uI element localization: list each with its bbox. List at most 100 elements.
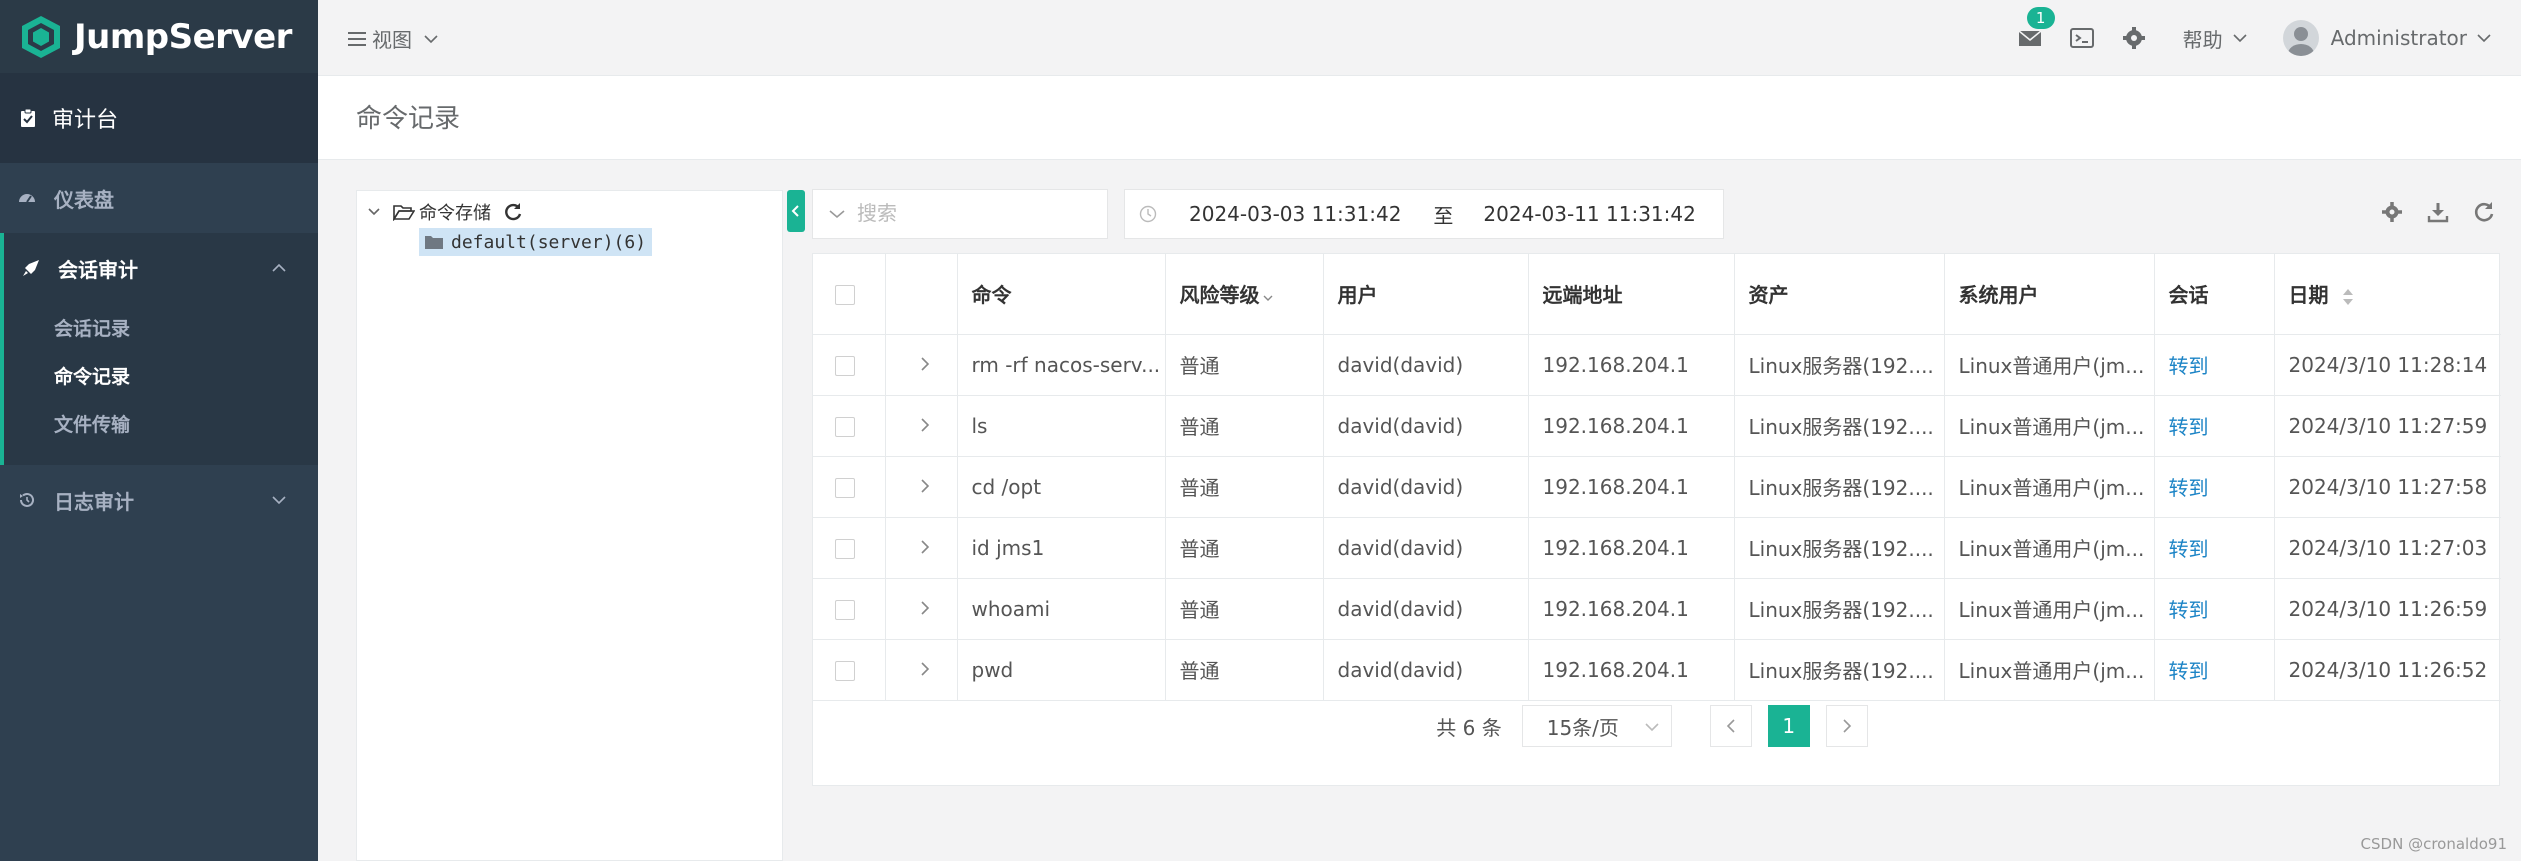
table-row[interactable]: whoami 普通 david(david) 192.168.204.1 Linux服务… xyxy=(813,578,2501,640)
sidebar-item-log-audit[interactable]: 日志审计 xyxy=(0,465,318,535)
column-header-session[interactable]: 会话 xyxy=(2154,254,2275,335)
tree-node-default-storage[interactable]: default(server)(6) xyxy=(419,228,653,256)
sidebar-item-session-audit[interactable]: 会话审计 xyxy=(0,233,318,303)
pagination-total: 共 6 条 xyxy=(1436,715,1502,740)
page-size-select[interactable]: 15条/页 xyxy=(1521,705,1672,747)
refresh-icon[interactable] xyxy=(503,202,523,222)
user-menu[interactable]: Administrator xyxy=(2282,20,2491,56)
web-terminal-button[interactable] xyxy=(2069,25,2095,51)
chevron-right-icon[interactable] xyxy=(920,478,930,494)
column-header-date[interactable]: 日期 xyxy=(2274,254,2501,335)
sort-icon[interactable] xyxy=(2341,286,2355,308)
sidebar-top-item-audit[interactable]: 审计台 xyxy=(0,73,318,163)
date-from[interactable]: 2024-03-03 11:31:42 xyxy=(1189,202,1401,226)
chevron-down-icon xyxy=(2233,34,2247,43)
clipboard-icon xyxy=(21,108,35,127)
search-input[interactable] xyxy=(857,202,1057,226)
row-select-cell xyxy=(813,517,886,579)
cell-asset: Linux服务器(192.... xyxy=(1734,517,1945,579)
refresh-button[interactable] xyxy=(2473,201,2495,223)
cell-system-user: Linux普通用户(jm... xyxy=(1944,456,2155,518)
sidebar-subitem-file-transfer[interactable]: 文件传输 xyxy=(4,399,318,447)
date-to[interactable]: 2024-03-11 11:31:42 xyxy=(1483,202,1695,226)
view-menu[interactable]: 视图 xyxy=(348,24,438,53)
prev-page-button[interactable] xyxy=(1709,705,1752,747)
page-button-current[interactable]: 1 xyxy=(1767,705,1810,747)
table-row[interactable]: pwd 普通 david(david) 192.168.204.1 Linux服务器(1… xyxy=(813,639,2501,701)
cell-system-user: Linux普通用户(jm... xyxy=(1944,395,2155,457)
cell-session: 转到 xyxy=(2154,456,2275,518)
table-tools xyxy=(2357,201,2495,223)
row-checkbox[interactable] xyxy=(835,661,855,681)
chevron-right-icon[interactable] xyxy=(920,661,930,677)
help-menu[interactable]: 帮助 xyxy=(2183,24,2247,53)
select-all-checkbox[interactable] xyxy=(835,285,855,306)
cell-date: 2024/3/10 11:26:59 xyxy=(2274,578,2501,640)
chevron-right-icon[interactable] xyxy=(920,356,930,372)
column-header-user[interactable]: 用户 xyxy=(1323,254,1529,335)
cell-asset: Linux服务器(192.... xyxy=(1734,395,1945,457)
date-range-picker[interactable]: 2024-03-03 11:31:42 至 2024-03-11 11:31:4… xyxy=(1124,189,1724,239)
cell-session: 转到 xyxy=(2154,517,2275,579)
chevron-down-icon[interactable] xyxy=(1263,294,1273,302)
folder-icon xyxy=(425,236,443,249)
table-row[interactable]: cd /opt 普通 david(david) 192.168.204.1 Linux服… xyxy=(813,456,2501,518)
row-expand-cell[interactable] xyxy=(885,517,958,579)
export-button[interactable] xyxy=(2427,201,2449,223)
top-right-actions: 1 帮助 Administrator xyxy=(1991,7,2491,58)
goto-session-link[interactable]: 转到 xyxy=(2169,415,2209,439)
column-header-remote-addr[interactable]: 远端地址 xyxy=(1528,254,1735,335)
row-expand-cell[interactable] xyxy=(885,578,958,640)
logo[interactable]: JumpServer xyxy=(0,0,318,73)
expand-header xyxy=(885,254,958,335)
user-name: Administrator xyxy=(2330,26,2467,50)
cell-remote-addr: 192.168.204.1 xyxy=(1528,395,1735,457)
table-row[interactable]: rm -rf nacos-serv... 普通 david(david) 192.16… xyxy=(813,334,2501,396)
column-header-command[interactable]: 命令 xyxy=(957,254,1166,335)
row-checkbox[interactable] xyxy=(835,417,855,437)
table-row[interactable]: ls 普通 david(david) 192.168.204.1 Linux服务器(19… xyxy=(813,395,2501,457)
column-header-asset[interactable]: 资产 xyxy=(1734,254,1945,335)
cell-command: pwd xyxy=(957,639,1166,701)
sidebar-item-dashboard[interactable]: 仪表盘 xyxy=(0,163,318,233)
cell-remote-addr: 192.168.204.1 xyxy=(1528,334,1735,396)
chevron-right-icon[interactable] xyxy=(920,600,930,616)
chevron-down-icon[interactable] xyxy=(829,209,845,219)
collapse-tree-button[interactable] xyxy=(787,190,805,232)
row-expand-cell[interactable] xyxy=(885,456,958,518)
search-box[interactable] xyxy=(812,189,1108,239)
chevron-right-icon[interactable] xyxy=(920,417,930,433)
date-separator: 至 xyxy=(1433,203,1454,228)
row-checkbox[interactable] xyxy=(835,539,855,559)
settings-button[interactable] xyxy=(2121,25,2147,51)
table-row[interactable]: id jms1 普通 david(david) 192.168.204.1 Linux服… xyxy=(813,517,2501,579)
sidebar-subitem-command-records[interactable]: 命令记录 xyxy=(4,351,318,399)
tree-root-node[interactable]: 命令存储 xyxy=(367,199,523,225)
column-header-risk[interactable]: 风险等级 xyxy=(1165,254,1324,335)
menu-bars-icon xyxy=(348,31,366,46)
row-checkbox[interactable] xyxy=(835,356,855,376)
row-expand-cell[interactable] xyxy=(885,395,958,457)
jumpserver-logo-icon xyxy=(22,15,60,58)
row-expand-cell[interactable] xyxy=(885,639,958,701)
goto-session-link[interactable]: 转到 xyxy=(2169,659,2209,683)
goto-session-link[interactable]: 转到 xyxy=(2169,354,2209,378)
messages-button[interactable]: 1 xyxy=(2017,7,2055,51)
sidebar-subitem-session-records[interactable]: 会话记录 xyxy=(4,303,318,351)
user-avatar-icon xyxy=(2287,27,2314,56)
goto-session-link[interactable]: 转到 xyxy=(2169,537,2209,561)
column-header-system-user[interactable]: 系统用户 xyxy=(1944,254,2155,335)
column-settings-button[interactable] xyxy=(2381,201,2403,223)
cell-date: 2024/3/10 11:26:52 xyxy=(2274,639,2501,701)
row-select-cell xyxy=(813,395,886,457)
goto-session-link[interactable]: 转到 xyxy=(2169,476,2209,500)
goto-session-link[interactable]: 转到 xyxy=(2169,598,2209,622)
next-page-button[interactable] xyxy=(1825,705,1868,747)
row-checkbox[interactable] xyxy=(835,478,855,498)
chevron-right-icon[interactable] xyxy=(920,539,930,555)
page-title: 命令记录 xyxy=(356,104,461,134)
row-expand-cell[interactable] xyxy=(885,334,958,396)
chevron-down-icon[interactable] xyxy=(367,207,381,217)
row-checkbox[interactable] xyxy=(835,600,855,620)
chevron-right-icon xyxy=(1843,719,1851,733)
